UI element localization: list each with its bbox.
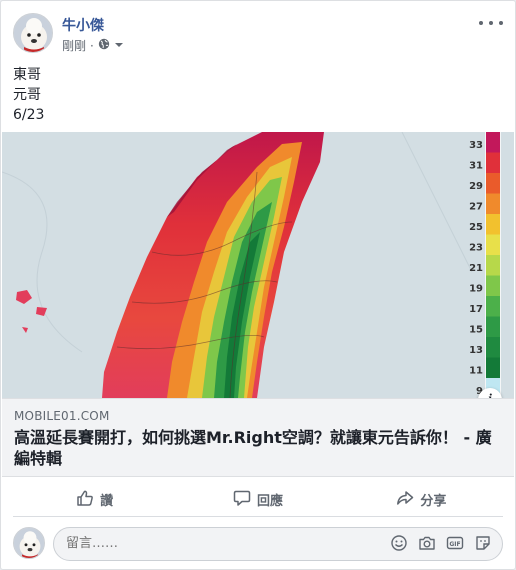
globe-icon[interactable]: [98, 38, 110, 53]
link-preview-image[interactable]: 33 31 29 27 25 23 21 19 17 15 13 11 9: [2, 132, 514, 398]
post-text-line: 6/23: [13, 107, 45, 123]
legend-label: 15: [469, 325, 483, 336]
legend-label: 11: [469, 366, 483, 377]
legend-swatch: [486, 214, 500, 235]
sticker-icon[interactable]: [474, 534, 492, 552]
legend-swatch: [486, 275, 500, 296]
legend-swatch: [486, 193, 500, 214]
link-domain: MOBILE01.COM: [14, 409, 110, 423]
share-button[interactable]: 分享: [340, 483, 503, 516]
privacy-dropdown-icon[interactable]: [114, 39, 124, 53]
post-text: 東哥 元哥 6/23: [13, 65, 44, 125]
separator-dot: ·: [90, 38, 94, 53]
like-button[interactable]: 讚: [13, 483, 176, 516]
legend-label: 31: [469, 161, 483, 172]
legend-swatch: [486, 152, 500, 173]
legend-swatch: [486, 296, 500, 317]
comment-input[interactable]: [66, 536, 266, 551]
post-header: 牛小傑 剛剛 ·: [13, 13, 503, 57]
gif-icon[interactable]: GIF: [446, 534, 464, 552]
emoji-icon[interactable]: [390, 534, 408, 552]
legend-label: 17: [469, 304, 483, 315]
post-text-line: 元哥: [13, 87, 41, 103]
legend-swatch: [486, 337, 500, 358]
more-options-icon[interactable]: [479, 13, 503, 33]
legend-label: 21: [469, 263, 483, 274]
share-label: 分享: [420, 494, 447, 509]
comment-tools: GIF: [390, 534, 492, 552]
camera-icon[interactable]: [418, 534, 436, 552]
post-actions: 讚 回應 分享: [13, 483, 503, 517]
legend-label: 13: [469, 345, 483, 356]
comment-box[interactable]: GIF: [53, 527, 503, 561]
comment-label: 回應: [256, 494, 283, 509]
legend-label: 29: [469, 181, 483, 192]
comment-composer: GIF: [13, 525, 503, 561]
legend-label: 19: [469, 284, 483, 295]
legend-swatch: [486, 234, 500, 255]
user-avatar[interactable]: [13, 527, 45, 559]
link-headline[interactable]: 高溫延長賽開打，如何挑選Mr.Right空調？就讓東元告訴你！ - 廣編特輯: [14, 427, 502, 469]
legend-swatch: [486, 132, 500, 153]
post-card: 牛小傑 剛剛 · 東哥 元哥 6/23 33 31 29 27 25 23 21…: [0, 0, 516, 570]
link-preview[interactable]: 3331292725232119171513119 i MOBILE01.COM…: [2, 132, 514, 477]
svg-text:GIF: GIF: [449, 541, 460, 548]
link-meta[interactable]: MOBILE01.COM 高溫延長賽開打，如何挑選Mr.Right空調？就讓東元…: [2, 398, 514, 477]
thumbs-up-icon: [76, 489, 94, 511]
post-meta: 剛剛 ·: [62, 37, 124, 54]
author-avatar[interactable]: [13, 13, 53, 53]
post-text-line: 東哥: [13, 67, 41, 83]
legend-label: 27: [469, 202, 483, 213]
legend-swatch: [486, 357, 500, 378]
like-label: 讚: [100, 494, 114, 509]
legend-swatch: [486, 316, 500, 337]
legend-label: 23: [469, 243, 483, 254]
legend-label: 25: [469, 222, 483, 233]
share-arrow-icon: [396, 489, 414, 511]
comment-bubble-icon: [233, 489, 251, 511]
post-time[interactable]: 剛剛: [62, 37, 86, 54]
comment-button[interactable]: 回應: [176, 483, 339, 516]
author-name[interactable]: 牛小傑: [62, 15, 104, 35]
legend-label: 33: [469, 140, 483, 151]
legend-swatch: [486, 255, 500, 276]
legend-swatch: [486, 173, 500, 194]
